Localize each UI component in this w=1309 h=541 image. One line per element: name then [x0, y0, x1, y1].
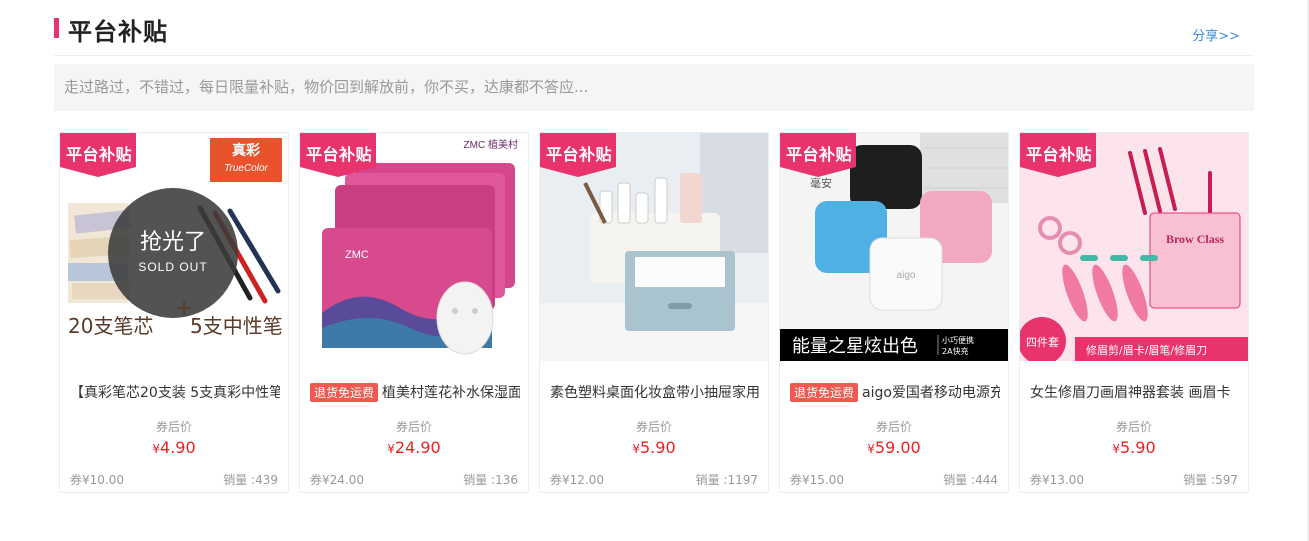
coupon-price: 券¥10.00	[70, 473, 124, 487]
banner-note-2: 2A快充	[942, 346, 969, 356]
brand-en: TrueColor	[224, 163, 268, 174]
after-coupon-label: 券后价	[395, 420, 432, 434]
ribbon-label: 平台补贴	[1026, 145, 1093, 164]
sold-out-en: SOLD OUT	[138, 260, 207, 274]
set-label: 四件套	[1026, 336, 1059, 349]
product-card[interactable]: 毫安 aigo 能量之星炫出色 小巧便携 2A快充 平台补贴 退货免运费 aigo…	[779, 132, 1009, 493]
product-name[interactable]: 女生修眉刀画眉神器套装 画眉卡	[1030, 382, 1240, 402]
product-name[interactable]: 退货免运费植美村莲花补水保湿面膜	[310, 382, 520, 402]
subsidy-ribbon: 平台补贴	[540, 133, 616, 177]
case-logo: aigo	[897, 270, 916, 281]
subsidy-ribbon: 平台补贴	[1020, 133, 1096, 177]
ribbon-label: 平台补贴	[786, 145, 853, 164]
free-return-tag: 退货免运费	[790, 383, 859, 402]
product-price: ¥24.90	[387, 438, 441, 457]
sales-count: 销量 :136	[463, 473, 518, 487]
brand-cn: 真彩	[232, 142, 260, 158]
sales-count: 销量 :439	[223, 473, 278, 487]
product-card[interactable]: ZMC 植美村 ZMC 平台补贴 退货免运费植美村莲花补水保湿面膜 券后价 ¥2…	[299, 132, 529, 493]
share-link[interactable]: 分享>>	[1192, 25, 1240, 44]
banner-title: 能量之星炫出色	[792, 336, 918, 357]
pack-label: ZMC	[345, 249, 369, 261]
brand-label: ZMC 植美村	[464, 138, 518, 151]
section-title: 平台补贴	[68, 18, 168, 46]
product-card[interactable]: 真彩 TrueColor 抢光了 SOLD OUT 20支笔芯 + 5支中性笔	[59, 132, 289, 493]
product-grid: 真彩 TrueColor 抢光了 SOLD OUT 20支笔芯 + 5支中性笔	[59, 132, 1250, 494]
coupon-price: 券¥12.00	[550, 473, 604, 487]
product-price: ¥4.90	[152, 438, 196, 457]
image-footer: 修眉剪/眉卡/眉笔/修眉刀	[1086, 343, 1207, 357]
left-caption: 20支笔芯	[68, 314, 153, 338]
banner-note-1: 小巧便携	[942, 335, 974, 345]
ribbon-label: 平台补贴	[66, 145, 133, 164]
sold-out-cn: 抢光了	[140, 230, 206, 255]
coupon-price: 券¥15.00	[790, 473, 844, 487]
free-return-tag: 退货免运费	[310, 383, 379, 402]
product-name[interactable]: 【真彩笔芯20支装 5支真彩中性笔	[70, 382, 280, 402]
product-card[interactable]: Brow Class 四件套 修眉剪/眉卡/眉笔/修眉刀 平台补贴 女生修眉刀画…	[1019, 132, 1249, 493]
product-name[interactable]: 退货免运费aigo爱国者移动电源充电宝	[790, 382, 1000, 402]
notice-bar: 走过路过，不错过，每日限量补贴，物价回到解放前，你不买，达康都不答应...	[54, 64, 1254, 111]
product-price: ¥5.90	[632, 438, 676, 457]
after-coupon-label: 券后价	[875, 420, 912, 434]
after-coupon-label: 券后价	[1115, 420, 1152, 434]
product-image[interactable]: 平台补贴	[540, 133, 768, 361]
box-title: Brow Class	[1166, 232, 1224, 246]
coupon-price: 券¥24.00	[310, 473, 364, 487]
product-price: ¥5.90	[1112, 438, 1156, 457]
product-image[interactable]: ZMC 植美村 ZMC 平台补贴	[300, 133, 528, 361]
product-image[interactable]: 毫安 aigo 能量之星炫出色 小巧便携 2A快充 平台补贴	[780, 133, 1008, 361]
subsidy-ribbon: 平台补贴	[780, 133, 856, 177]
subsidy-ribbon: 平台补贴	[60, 133, 136, 177]
ribbon-label: 平台补贴	[306, 145, 373, 164]
sales-count: 销量 :1197	[695, 473, 758, 487]
product-card[interactable]: 平台补贴 素色塑料桌面化妆盒带小抽屉家用 券后价 ¥5.90 券¥12.00 销…	[539, 132, 769, 493]
product-name[interactable]: 素色塑料桌面化妆盒带小抽屉家用	[550, 382, 760, 402]
capacity-corner: 毫安	[810, 176, 832, 190]
subsidy-ribbon: 平台补贴	[300, 133, 376, 177]
product-price: ¥59.00	[867, 438, 921, 457]
after-coupon-label: 券后价	[155, 420, 192, 434]
sales-count: 销量 :444	[943, 473, 998, 487]
right-caption: 5支中性笔	[190, 314, 283, 338]
product-image[interactable]: Brow Class 四件套 修眉剪/眉卡/眉笔/修眉刀 平台补贴	[1020, 133, 1248, 361]
title-accent-bar	[54, 18, 59, 38]
coupon-price: 券¥13.00	[1030, 473, 1084, 487]
sales-count: 销量 :597	[1183, 473, 1238, 487]
product-image[interactable]: 真彩 TrueColor 抢光了 SOLD OUT 20支笔芯 + 5支中性笔	[60, 133, 288, 361]
after-coupon-label: 券后价	[635, 420, 672, 434]
ribbon-label: 平台补贴	[546, 145, 613, 164]
section-header: 平台补贴 分享>>	[54, 10, 1254, 56]
